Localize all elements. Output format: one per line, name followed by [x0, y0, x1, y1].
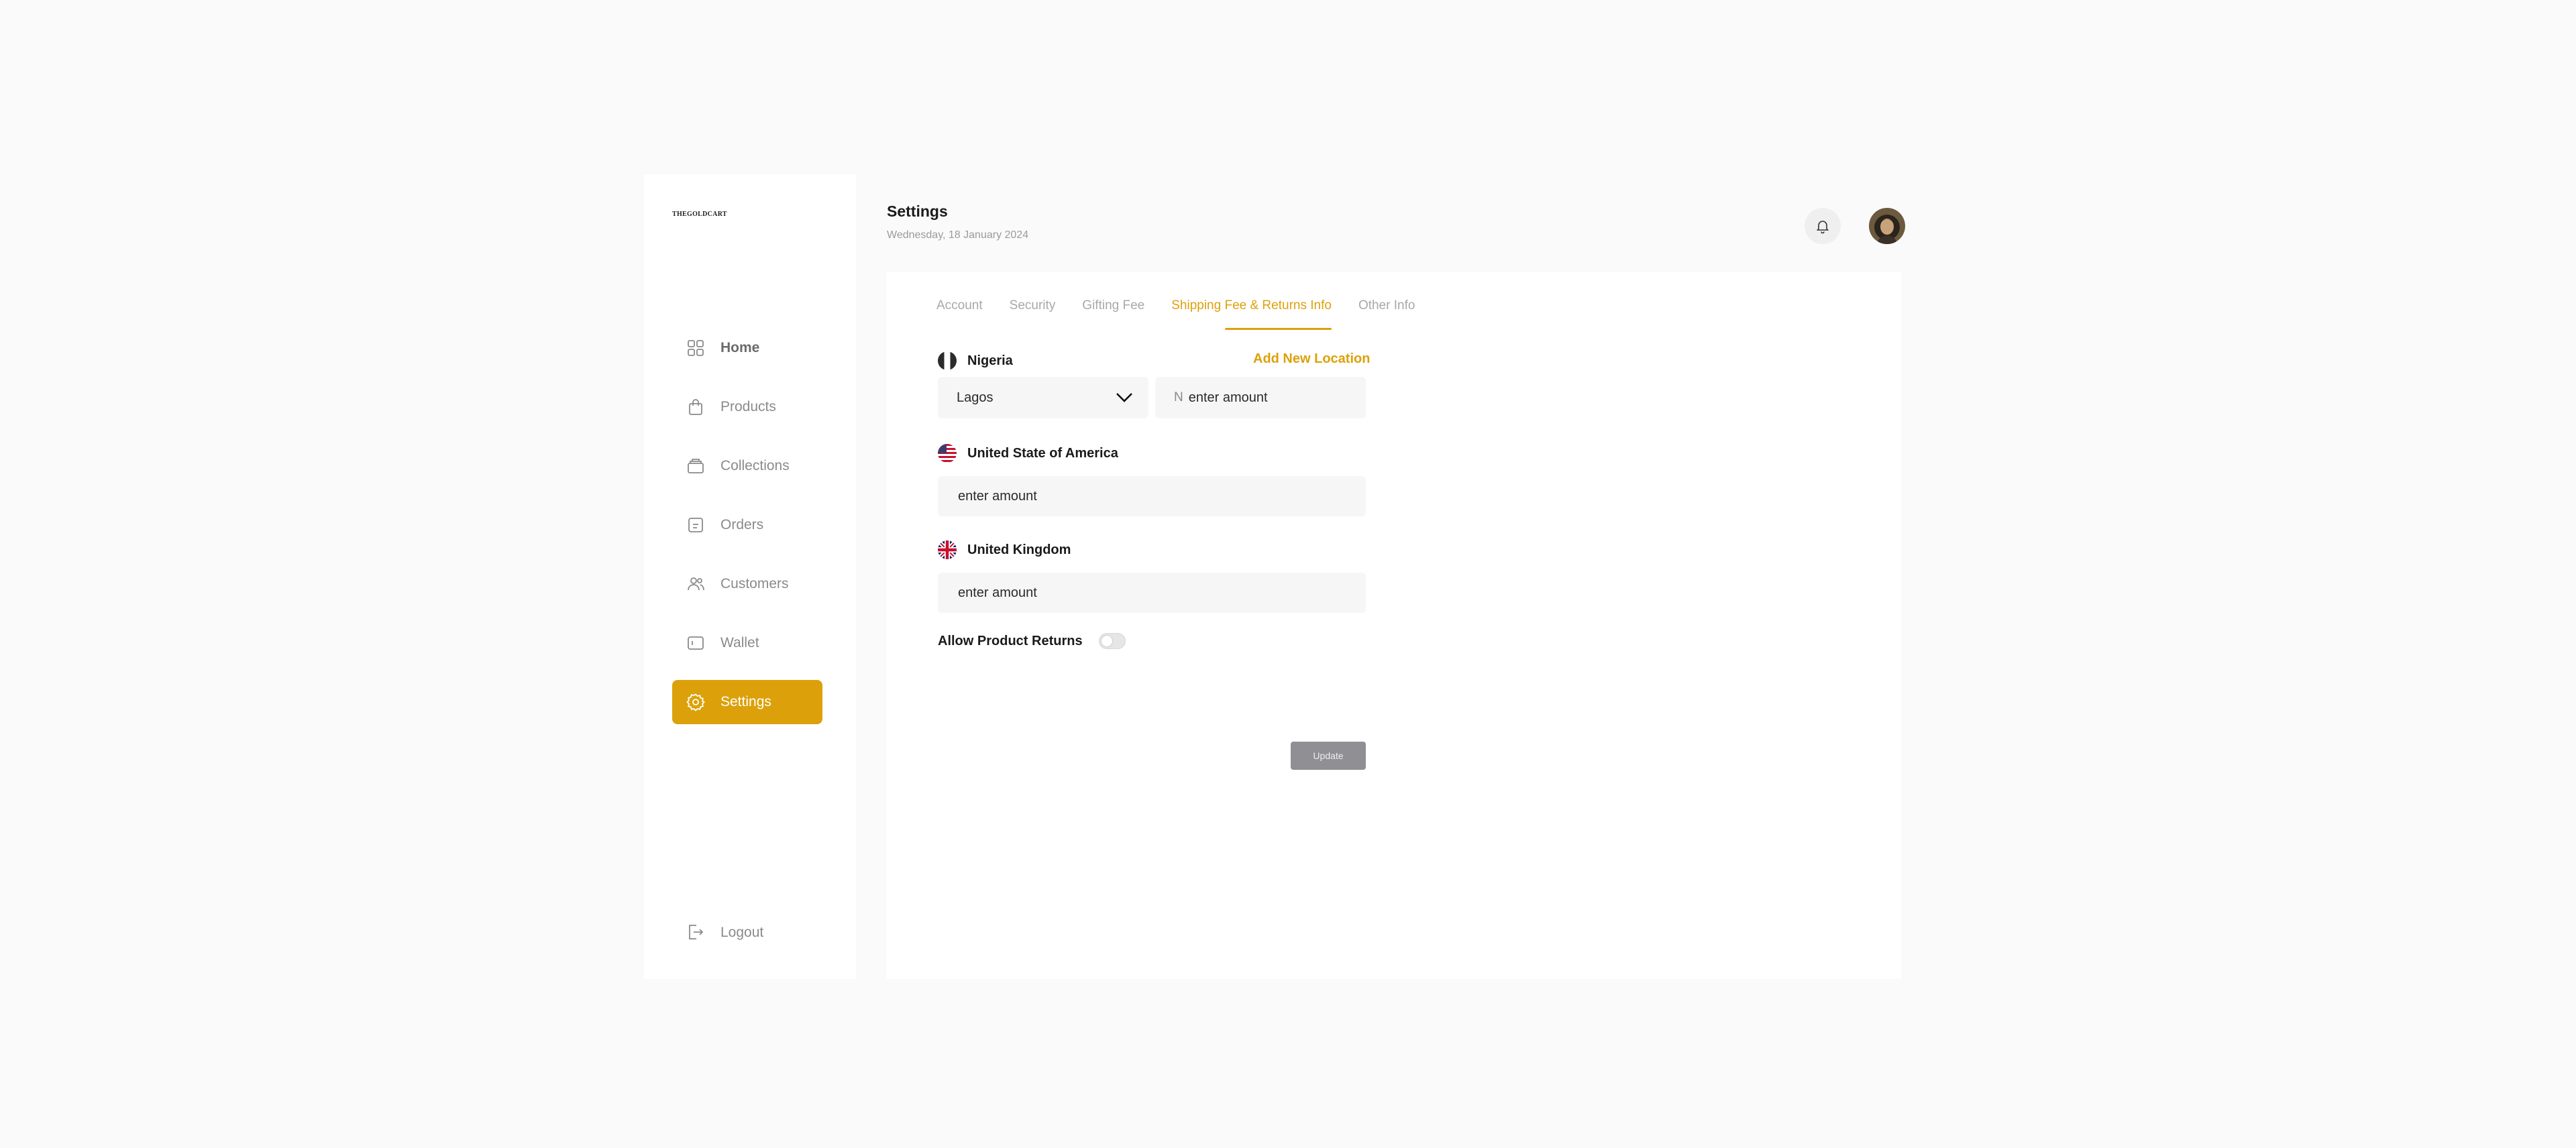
gear-icon: [686, 692, 706, 712]
sidebar-item-customers[interactable]: Customers: [672, 562, 822, 606]
nigeria-header: Nigeria: [938, 351, 1013, 370]
sidebar-item-label: Home: [720, 340, 760, 355]
sidebar-item-label: Collections: [720, 458, 790, 473]
page-title: Settings: [887, 203, 948, 220]
allow-returns-toggle[interactable]: [1098, 633, 1126, 649]
sidebar-item-label: Orders: [720, 517, 764, 532]
orders-icon: [686, 515, 706, 535]
sidebar: THEGOLDCART Home Products Collections Or…: [644, 174, 856, 979]
page-date: Wednesday, 18 January 2024: [887, 229, 1029, 241]
uk-flag-icon: [938, 540, 957, 559]
user-avatar-image: [1869, 208, 1905, 244]
update-button[interactable]: Update: [1291, 742, 1366, 770]
avatar[interactable]: [1869, 208, 1905, 244]
grid-icon: [686, 338, 706, 358]
logout-icon: [686, 923, 706, 943]
sidebar-item-label: Customers: [720, 576, 789, 591]
usa-flag-icon: [938, 444, 957, 463]
logout-label: Logout: [720, 925, 764, 940]
country-name: United State of America: [967, 445, 1118, 461]
city-select-value: Lagos: [957, 390, 994, 405]
notifications-button[interactable]: [1805, 208, 1841, 244]
tab-security[interactable]: Security: [1010, 296, 1056, 330]
logout-button[interactable]: Logout: [672, 916, 822, 950]
uk-amount-field: [938, 573, 1366, 613]
toggle-knob: [1101, 636, 1112, 646]
currency-symbol: N: [1174, 390, 1183, 404]
sidebar-item-label: Settings: [720, 694, 771, 709]
allow-returns-row: Allow Product Returns: [938, 633, 1126, 649]
usa-header: United State of America: [938, 444, 1118, 463]
sidebar-item-products[interactable]: Products: [672, 385, 822, 429]
tab-gifting-fee[interactable]: Gifting Fee: [1082, 296, 1144, 330]
users-icon: [686, 574, 706, 594]
sidebar-item-settings[interactable]: Settings: [672, 680, 822, 724]
settings-card: Account Security Gifting Fee Shipping Fe…: [887, 272, 1901, 979]
tab-other-info[interactable]: Other Info: [1358, 296, 1415, 330]
nigeria-amount-input[interactable]: [1188, 390, 1347, 406]
city-select[interactable]: Lagos: [938, 377, 1148, 418]
usa-amount-input[interactable]: [958, 488, 1346, 504]
add-new-location-button[interactable]: Add New Location: [1253, 351, 1370, 367]
nigeria-amount-field: N: [1155, 377, 1366, 418]
wallet-icon: [686, 633, 706, 653]
sidebar-item-label: Wallet: [720, 635, 759, 650]
sidebar-item-collections[interactable]: Collections: [672, 444, 822, 488]
tab-shipping-fee-returns[interactable]: Shipping Fee & Returns Info: [1171, 296, 1332, 330]
nigeria-flag-icon: [938, 351, 957, 370]
bell-icon: [1816, 221, 1829, 234]
collections-icon: [686, 456, 706, 476]
chevron-down-icon: [1116, 393, 1132, 402]
uk-header: United Kingdom: [938, 540, 1071, 559]
sidebar-nav: Home Products Collections Orders Custome…: [672, 326, 822, 739]
allow-returns-label: Allow Product Returns: [938, 633, 1083, 648]
sidebar-item-orders[interactable]: Orders: [672, 503, 822, 547]
sidebar-item-home[interactable]: Home: [672, 326, 822, 370]
bag-icon: [686, 397, 706, 417]
country-name: Nigeria: [967, 353, 1013, 368]
sidebar-item-wallet[interactable]: Wallet: [672, 621, 822, 665]
uk-amount-input[interactable]: [958, 585, 1346, 601]
settings-tabs: Account Security Gifting Fee Shipping Fe…: [936, 296, 1442, 330]
country-name: United Kingdom: [967, 542, 1071, 557]
brand-logo[interactable]: THEGOLDCART: [672, 211, 727, 218]
tab-account[interactable]: Account: [936, 296, 983, 330]
usa-amount-field: [938, 476, 1366, 516]
sidebar-item-label: Products: [720, 399, 776, 414]
